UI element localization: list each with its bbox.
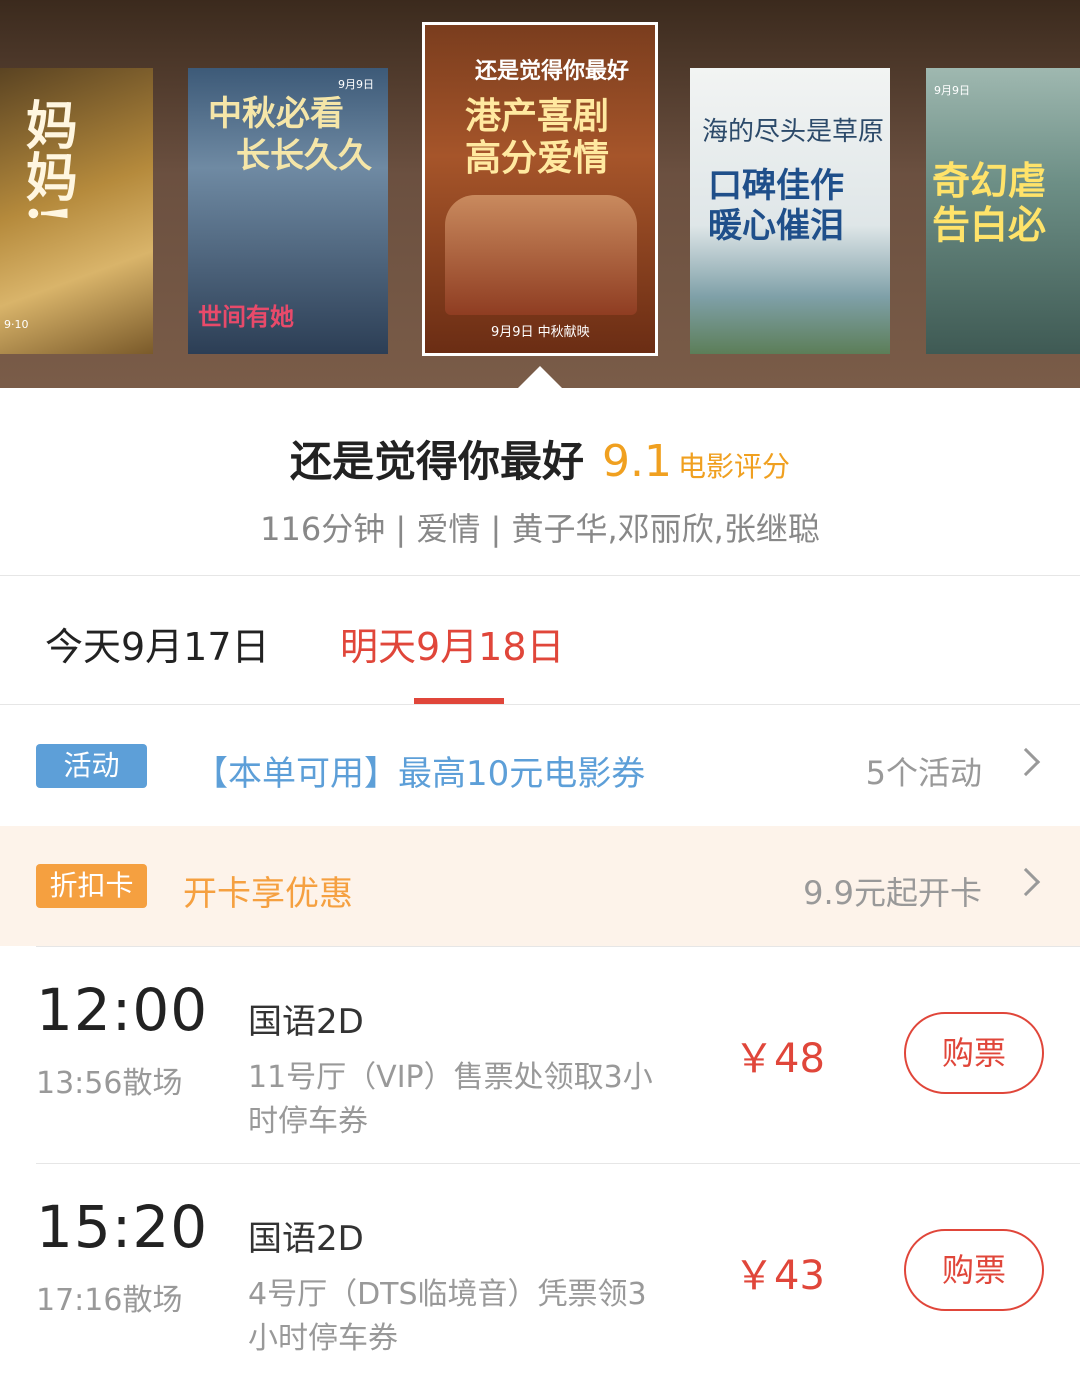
chevron-right-icon [1011,867,1041,897]
end-time: 13:56散场 [36,1066,183,1101]
discount-card-tag: 折扣卡 [36,864,147,908]
title-row: 还是觉得你最好 9.1 电影评分 [0,428,1080,489]
poster-carousel[interactable]: 妈妈! 9·10 中秋必看 长长久久 9月9日 世间有她 还是觉得你最好 港产喜… [0,0,1080,388]
divider [0,704,1080,705]
price: ￥43 [734,1253,825,1299]
chevron-right-icon [1011,747,1041,777]
poster-headline-1: 奇幻虐 [932,158,1047,203]
buy-ticket-button[interactable]: 购票 [904,1229,1044,1311]
price: ￥48 [734,1036,825,1082]
divider [36,1163,1080,1164]
divider [36,946,1080,947]
poster-mama[interactable]: 妈妈! 9·10 [0,68,153,354]
poster-release: 9月9日 中秋献映 [491,325,590,340]
poster-date: 9月9日 [934,84,970,97]
poster-title: 海的尽头是草原 [702,117,885,147]
tab-today[interactable]: 今天9月17日 [45,616,270,671]
rating-label: 电影评分 [677,450,790,483]
poster-headline-1: 港产喜剧 [465,95,610,137]
poster-title: 还是觉得你最好 [475,58,630,84]
discount-card-price: 9.9元起开卡 [803,874,982,912]
selection-pointer [518,366,562,388]
poster-date: 9月9日 [338,78,374,91]
discount-card-row[interactable]: 折扣卡 开卡享优惠 9.9元起开卡 [0,826,1080,946]
language-version: 国语2D [248,1219,364,1259]
activity-row[interactable]: 活动 【本单可用】最高10元电影券 5个活动 [0,706,1080,826]
poster-date: 9·10 [4,318,29,331]
poster-headline-2: 高分爱情 [465,137,610,179]
activity-text: 【本单可用】最高10元电影券 [194,754,646,794]
poster-headline-2: 长长久久 [236,136,372,176]
activity-tag: 活动 [36,744,147,788]
poster-headline-2: 暖心催泪 [708,206,844,246]
activity-count: 5个活动 [865,754,982,792]
poster-headline-2: 告白必 [932,202,1047,247]
showtime-row: 12:00 13:56散场 国语2D 11号厅（VIP）售票处领取3小时停车券 … [0,946,1080,1163]
end-time: 17:16散场 [36,1283,183,1318]
poster-shijian-youta[interactable]: 中秋必看 长长久久 9月9日 世间有她 [188,68,388,354]
tab-tomorrow[interactable]: 明天9月18日 [340,616,565,671]
buy-ticket-button[interactable]: 购票 [904,1012,1044,1094]
poster-selected-movie[interactable]: 还是觉得你最好 港产喜剧 高分爱情 9月9日 中秋献映 [422,22,658,356]
hall-info: 11号厅（VIP）售票处领取3小时停车券 [248,1060,653,1139]
poster-cast-image [445,195,637,315]
movie-meta: 116分钟 | 爱情 | 黄子华,邓丽欣,张继聪 [260,510,820,548]
poster-headline-1: 口碑佳作 [708,166,844,206]
poster-fantasy-romance[interactable]: 9月9日 奇幻虐 告白必 [926,68,1080,354]
start-time: 12:00 [36,976,209,1044]
movie-title: 还是觉得你最好 [289,437,584,486]
poster-headline-1: 中秋必看 [208,94,344,134]
hall-info: 4号厅（DTS临境音）凭票领3小时停车券 [248,1277,647,1356]
poster-headline: 妈妈! [16,98,78,225]
start-time: 15:20 [36,1193,209,1261]
date-tabs: 今天9月17日 明天9月18日 [0,576,1080,704]
movie-info: 还是觉得你最好 9.1 电影评分 116分钟 | 爱情 | 黄子华,邓丽欣,张继聪 [0,388,1080,575]
language-version: 国语2D [248,1002,364,1042]
rating-score: 9.1 [602,436,672,487]
poster-haidejintou[interactable]: 海的尽头是草原 口碑佳作 暖心催泪 [690,68,890,354]
discount-card-text: 开卡享优惠 [183,874,353,914]
showtime-row: 15:20 17:16散场 国语2D 4号厅（DTS临境音）凭票领3小时停车券 … [0,1163,1080,1380]
poster-subtitle: 世间有她 [198,302,294,331]
